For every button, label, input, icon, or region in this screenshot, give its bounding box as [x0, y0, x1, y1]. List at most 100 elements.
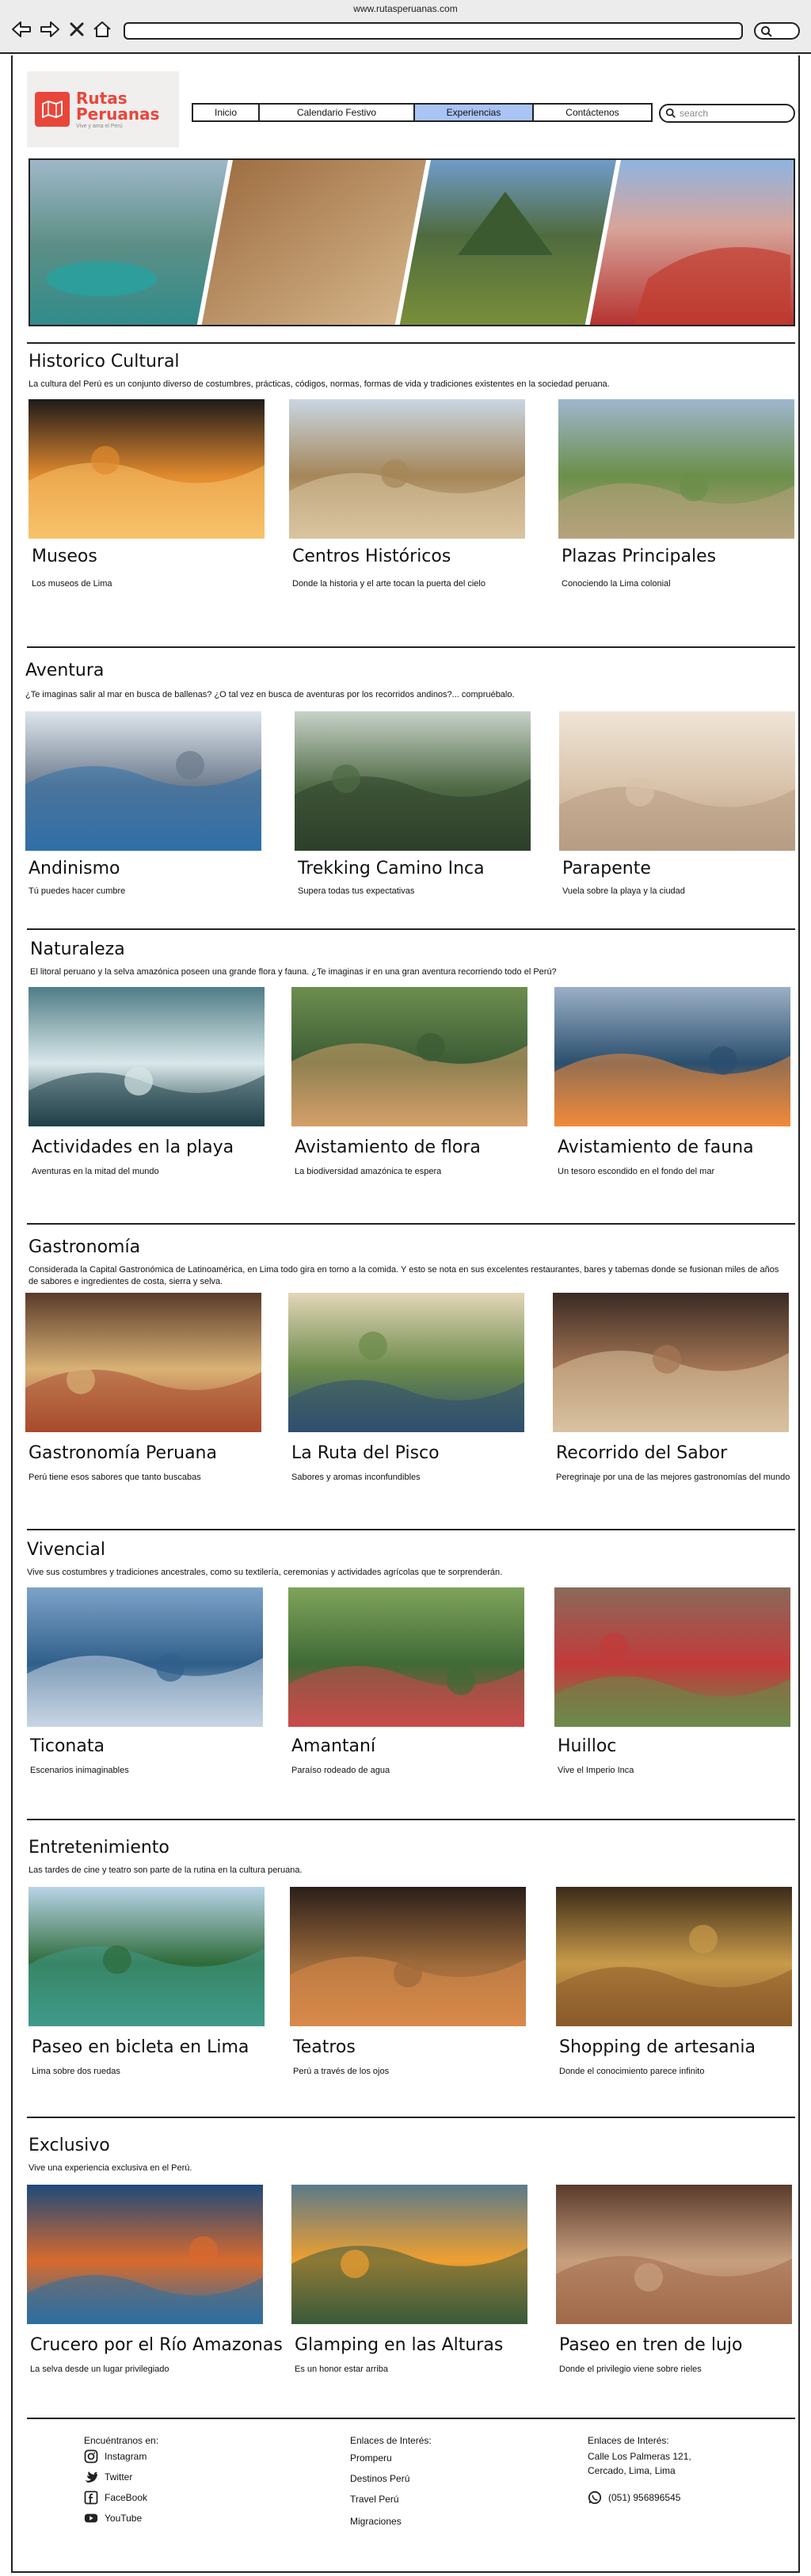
browser-search[interactable]	[754, 22, 800, 40]
divider	[27, 1223, 795, 1225]
card-subtitle: Vive el Imperio Inca	[558, 1766, 634, 1775]
card-title-centros-historicos[interactable]: Centros Históricos	[292, 547, 451, 566]
card-image-actividades-en-la-playa[interactable]	[29, 987, 265, 1126]
footer-link-destinos[interactable]: Destinos Perú	[350, 2473, 409, 2484]
footer-link-promperu[interactable]: Promperu	[350, 2452, 392, 2464]
card-title-huilloc[interactable]: Huilloc	[558, 1736, 616, 1756]
nav-item-inicio[interactable]: Inicio	[193, 105, 260, 120]
forward-icon[interactable]	[40, 19, 60, 40]
address-bar[interactable]	[124, 22, 743, 40]
card-title-crucero-por-el-rio-amazonas[interactable]: Crucero por el Río Amazonas	[30, 2335, 283, 2355]
footer-social-label: YouTube	[105, 2513, 143, 2524]
card-image-gastronomia-peruana[interactable]	[25, 1293, 261, 1432]
card-title-la-ruta-del-pisco[interactable]: La Ruta del Pisco	[291, 1443, 440, 1463]
home-icon[interactable]	[92, 19, 112, 40]
card-image-museos[interactable]	[29, 399, 265, 539]
card-title-plazas-principales[interactable]: Plazas Principales	[562, 547, 716, 566]
back-icon[interactable]	[11, 19, 32, 40]
divider	[27, 928, 795, 930]
footer-link-migraciones[interactable]: Migraciones	[350, 2516, 402, 2527]
card-image-andinismo[interactable]	[25, 711, 261, 851]
nav-item-experiencias[interactable]: Experiencias	[415, 105, 534, 120]
card-title-teatros[interactable]: Teatros	[293, 2037, 356, 2057]
close-icon[interactable]	[67, 19, 87, 40]
section-title-vivencial: Vivencial	[27, 1540, 105, 1560]
section-description: Las tardes de cine y teatro son parte de…	[29, 1865, 303, 1875]
search-icon	[761, 26, 772, 37]
card-image-glamping-en-las-alturas[interactable]	[291, 2185, 527, 2324]
card-title-paseo-en-tren-de-lujo[interactable]: Paseo en tren de lujo	[559, 2335, 742, 2355]
card-title-amantani[interactable]: Amantaní	[291, 1736, 375, 1756]
section-title-gastronomia: Gastronomía	[29, 1237, 141, 1257]
card-title-paseo-en-bicleta-en-lima[interactable]: Paseo en bicleta en Lima	[32, 2037, 249, 2057]
card-image-amantani[interactable]	[288, 1587, 524, 1727]
card-title-gastronomia-peruana[interactable]: Gastronomía Peruana	[29, 1443, 217, 1463]
card-title-avistamiento-de-fauna[interactable]: Avistamiento de fauna	[558, 1137, 754, 1157]
card-image-teatros[interactable]	[290, 1887, 526, 2026]
card-title-parapente[interactable]: Parapente	[562, 859, 651, 878]
card-title-museos[interactable]: Museos	[32, 547, 97, 566]
divider	[27, 2117, 795, 2118]
card-image-trekking-camino-inca[interactable]	[295, 711, 531, 851]
card-image-avistamiento-de-flora[interactable]	[291, 987, 527, 1126]
card-title-avistamiento-de-flora[interactable]: Avistamiento de flora	[295, 1137, 481, 1157]
youtube-icon	[84, 2511, 98, 2525]
card-image-centros-historicos[interactable]	[289, 399, 525, 539]
card-subtitle: Es un honor estar arriba	[295, 2365, 389, 2374]
site-logo[interactable]: Rutas Peruanas Vive y ama el Perú	[27, 71, 179, 147]
card-subtitle: La biodiversidad amazónica te espera	[295, 1167, 442, 1176]
footer-youtube-link[interactable]: YouTube	[84, 2511, 142, 2525]
search-input[interactable]: search	[659, 104, 795, 123]
card-subtitle: Donde el conocimiento parece infinito	[559, 2067, 705, 2076]
footer-facebook-link[interactable]: FaceBook	[84, 2490, 147, 2505]
card-subtitle: Donde el privilegio viene sobre rieles	[559, 2365, 702, 2374]
divider	[27, 1529, 795, 1530]
card-subtitle: Supera todas tus expectativas	[298, 886, 415, 896]
card-title-ticonata[interactable]: Ticonata	[30, 1736, 105, 1756]
hero-banner	[29, 158, 795, 326]
logo-title: Peruanas	[76, 104, 160, 124]
section-title-exclusivo: Exclusivo	[29, 2136, 110, 2155]
card-title-shopping-de-artesania[interactable]: Shopping de artesania	[559, 2037, 756, 2057]
footer-instagram-link[interactable]: Instagram	[84, 2449, 147, 2464]
card-image-shopping-de-artesania[interactable]	[556, 1887, 792, 2026]
divider	[27, 646, 795, 648]
section-title-historico-cultural: Historico Cultural	[29, 352, 180, 372]
card-title-actividades-en-la-playa[interactable]: Actividades en la playa	[32, 1137, 234, 1157]
browser-chrome: www.rutasperuanas.com	[0, 0, 811, 54]
browser-url: www.rutasperuanas.com	[353, 3, 458, 14]
card-subtitle: Vuela sobre la playa y la ciudad	[562, 886, 685, 896]
card-image-paseo-en-tren-de-lujo[interactable]	[556, 2185, 792, 2324]
footer-link-travel[interactable]: Travel Perú	[350, 2494, 399, 2505]
card-image-crucero-por-el-rio-amazonas[interactable]	[27, 2185, 263, 2324]
logo-title: Rutas	[76, 88, 128, 108]
card-title-trekking-camino-inca[interactable]: Trekking Camino Inca	[298, 859, 485, 878]
card-image-ticonata[interactable]	[27, 1587, 263, 1727]
footer-social-label: Instagram	[105, 2451, 147, 2462]
card-image-paseo-en-bicleta-en-lima[interactable]	[29, 1887, 265, 2026]
card-image-avistamiento-de-fauna[interactable]	[554, 987, 790, 1126]
card-image-parapente[interactable]	[559, 711, 795, 851]
footer-phone[interactable]: (051) 956896545	[588, 2490, 680, 2505]
search-placeholder: search	[680, 108, 709, 119]
card-subtitle: Perú tiene esos sabores que tanto buscab…	[29, 1473, 201, 1482]
card-image-plazas-principales[interactable]	[558, 399, 794, 539]
card-subtitle: Paraíso rodeado de agua	[291, 1766, 390, 1775]
divider	[27, 342, 795, 344]
card-image-huilloc[interactable]	[554, 1587, 790, 1727]
footer-twitter-link[interactable]: Twitter	[84, 2470, 132, 2484]
nav-item-calendario[interactable]: Calendario Festivo	[260, 105, 415, 120]
section-description: La cultura del Perú es un conjunto diver…	[29, 379, 610, 389]
card-image-la-ruta-del-pisco[interactable]	[288, 1293, 524, 1432]
footer-links-title: Enlaces de Interés:	[350, 2435, 432, 2446]
card-title-recorrido-del-sabor[interactable]: Recorrido del Sabor	[556, 1443, 727, 1463]
search-icon	[665, 108, 676, 118]
card-subtitle: Los museos de Lima	[32, 579, 112, 589]
card-title-andinismo[interactable]: Andinismo	[29, 859, 120, 878]
logo-tagline: Vive y ama el Perú	[76, 123, 123, 129]
section-description: ¿Te imaginas salir al mar en busca de ba…	[25, 690, 515, 699]
card-image-recorrido-del-sabor[interactable]	[553, 1293, 789, 1432]
card-title-glamping-en-las-alturas[interactable]: Glamping en las Alturas	[295, 2335, 503, 2355]
card-subtitle: Sabores y aromas inconfundibles	[291, 1473, 421, 1482]
nav-item-contactenos[interactable]: Contáctenos	[534, 105, 651, 120]
